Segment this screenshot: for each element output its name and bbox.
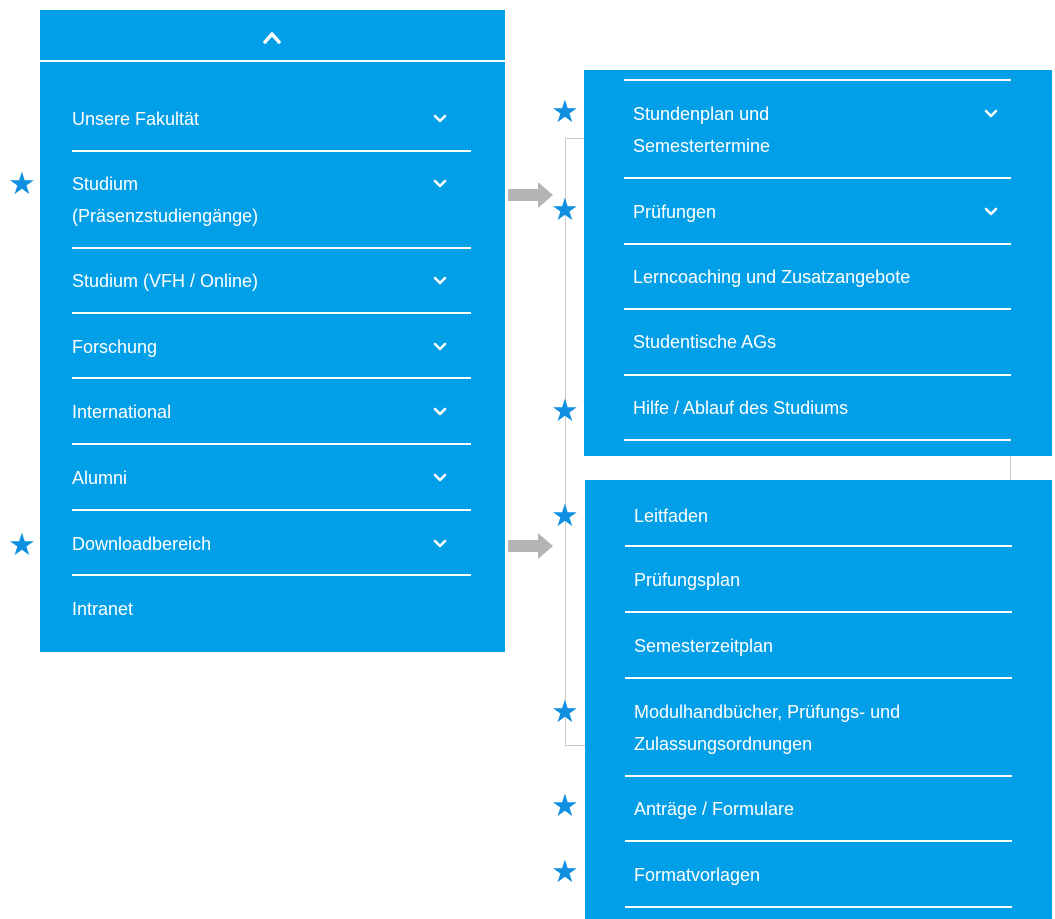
chevron-up-icon [262,30,282,44]
submenu-item-formatvorlagen[interactable]: Formatvorlagen [634,859,1012,891]
menu-divider [72,377,471,379]
menu-item-label: Modulhandbücher, Prüfungs- und Zulassung… [634,702,901,754]
chevron-down-icon[interactable] [433,342,447,352]
chevron-down-icon[interactable] [984,109,998,119]
star-icon: ★ [551,854,579,889]
chevron-down-icon[interactable] [984,207,998,217]
menu-item-label: Alumni [72,468,128,488]
menu-item-label: Intranet [72,599,134,619]
submenu-item-antraege[interactable]: Anträge / Formulare [634,793,1012,825]
submenu-item-hilfe[interactable]: Hilfe / Ablauf des Studiums [633,392,1011,424]
submenu-item-stundenplan[interactable]: Stundenplan und Semestertermine [633,98,1011,162]
menu-divider [72,312,471,314]
menu-divider [624,243,1011,245]
menu-item-label: Formatvorlagen [634,865,761,885]
submenu-connector-line [1010,455,1011,480]
menu-divider [625,611,1012,613]
menu-item-studium-praesenz[interactable]: Studium (Präsenzstudiengänge) [72,168,471,232]
submenu-item-modulhandbuecher[interactable]: Modulhandbücher, Prüfungs- und Zulassung… [634,696,1012,760]
menu-divider [72,443,471,445]
menu-divider [625,545,1012,547]
submenu-connector-bracket [565,138,586,746]
menu-divider [625,906,1012,908]
submenu-item-studentische-ags[interactable]: Studentische AGs [633,326,1011,358]
collapse-menu-button[interactable] [40,10,505,60]
chevron-down-icon[interactable] [433,407,447,417]
submenu-item-pruefungsplan[interactable]: Prüfungsplan [634,564,1012,596]
menu-divider [72,150,471,152]
star-icon: ★ [551,192,579,227]
menu-item-label: Prüfungen [633,202,717,222]
menu-divider [624,439,1011,441]
menu-item-forschung[interactable]: Forschung [72,331,471,363]
menu-item-label: Unsere Fakultät [72,109,200,129]
menu-item-label: Prüfungsplan [634,570,741,590]
chevron-down-icon[interactable] [433,114,447,124]
menu-divider [72,574,471,576]
star-icon: ★ [8,527,36,562]
menu-item-label: Studentische AGs [633,332,777,352]
star-icon: ★ [551,498,579,533]
chevron-down-icon[interactable] [433,473,447,483]
menu-divider [624,177,1011,179]
menu-item-label: Semesterzeitplan [634,636,774,656]
menu-item-label: Studium (Präsenzstudiengänge) [72,174,259,226]
chevron-down-icon[interactable] [433,539,447,549]
chevron-down-icon[interactable] [433,276,447,286]
star-icon: ★ [551,393,579,428]
menu-item-label: Forschung [72,337,158,357]
menu-item-label: International [72,402,172,422]
menu-divider [624,79,1011,81]
menu-item-international[interactable]: International [72,396,471,428]
menu-item-label: Downloadbereich [72,534,212,554]
submenu-item-leitfaden[interactable]: Leitfaden [634,500,1012,532]
menu-item-studium-vfh[interactable]: Studium (VFH / Online) [72,265,471,297]
menu-item-label: Lerncoaching und Zusatzangebote [633,267,911,287]
star-icon: ★ [551,694,579,729]
menu-divider [625,775,1012,777]
menu-divider [72,247,471,249]
menu-item-label: Hilfe / Ablauf des Studiums [633,398,849,418]
arrow-right-icon [508,531,554,566]
menu-item-downloadbereich[interactable]: Downloadbereich [72,528,471,560]
menu-item-label: Leitfaden [634,506,709,526]
studium-submenu: Stundenplan und Semestertermine Prüfunge… [584,70,1052,456]
menu-item-label: Stundenplan und Semestertermine [633,104,771,156]
menu-header-divider [40,60,505,62]
main-menu: Unsere Fakultät Studium (Präsenzstudieng… [40,10,505,652]
menu-item-intranet[interactable]: Intranet [72,593,471,625]
download-submenu: Leitfaden Prüfungsplan Semesterzeitplan … [585,480,1052,919]
submenu-item-lerncoaching[interactable]: Lerncoaching und Zusatzangebote [633,261,1011,293]
submenu-item-semesterzeitplan[interactable]: Semesterzeitplan [634,630,1012,662]
menu-divider [625,840,1012,842]
menu-item-unsere-fakultaet[interactable]: Unsere Fakultät [72,103,471,135]
menu-divider [624,374,1011,376]
submenu-item-pruefungen[interactable]: Prüfungen [633,196,1011,228]
star-icon: ★ [8,166,36,201]
star-icon: ★ [551,788,579,823]
menu-divider [624,308,1011,310]
menu-divider [625,677,1012,679]
menu-divider [72,509,471,511]
menu-item-label: Anträge / Formulare [634,799,795,819]
star-icon: ★ [551,94,579,129]
arrow-right-icon [508,180,554,215]
menu-item-label: Studium (VFH / Online) [72,271,259,291]
chevron-down-icon[interactable] [433,179,447,189]
menu-item-alumni[interactable]: Alumni [72,462,471,494]
